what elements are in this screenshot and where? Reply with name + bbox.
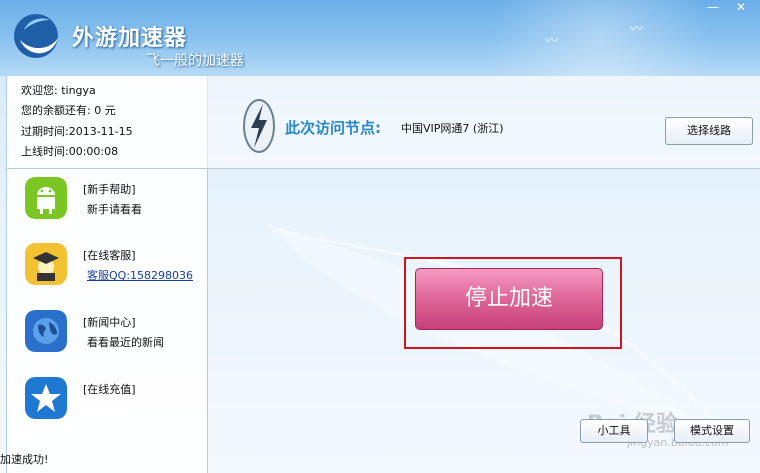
nav-item-help[interactable]: [新手帮助] 新手请看看 [7,173,207,233]
app-logo-icon [14,14,58,58]
right-panel: 此次访问节点: 中国VIP网通7 (浙江) 选择线路 停止加速 Bai 经验 j… [207,76,760,473]
app-window: 外游加速器 飞一般的加速器 〰 〰 — ✕ 欢迎您: tingya 您的余额还有… [0,0,760,473]
stop-acceleration-button[interactable]: 停止加速 [415,268,603,330]
star-icon [25,377,67,419]
status-text: 加速成功! [0,453,49,466]
app-title: 外游加速器 [72,26,188,51]
tool-button[interactable]: 小工具 [580,419,648,443]
nav-title: [新手帮助] [83,183,136,196]
select-route-button[interactable]: 选择线路 [665,117,753,145]
nav-title: [新闻中心] [83,316,136,329]
balance-text: 您的余额还有: 0 元 [21,104,116,117]
title-bar[interactable]: 外游加速器 飞一般的加速器 〰 〰 — ✕ [0,0,760,76]
welcome-text: 欢迎您: tingya [21,84,96,97]
nav-item-service[interactable]: [在线客服] 客服QQ:158298036 [7,239,207,299]
bird-icon: 〰 [545,34,559,49]
node-bar: 此次访问节点: 中国VIP网通7 (浙江) 选择线路 [207,76,760,169]
nav-title: [在线充值] [83,383,136,396]
globe-icon [25,310,67,352]
mode-settings-button[interactable]: 模式设置 [674,419,750,443]
app-subtitle: 飞一般的加速器 [146,53,244,69]
qq-link[interactable]: 客服QQ:158298036 [87,267,193,283]
title-glow [460,0,740,76]
close-button[interactable]: ✕ [730,0,752,14]
node-label: 此次访问节点: [285,119,381,137]
nav-title: [在线客服] [83,249,136,262]
left-panel: 欢迎您: tingya 您的余额还有: 0 元 过期时间:2013-11-15 … [6,76,208,473]
user-info: 欢迎您: tingya 您的余额还有: 0 元 过期时间:2013-11-15 … [7,76,207,169]
nav-sub: 新手请看看 [87,203,142,216]
bird-icon: 〰 [630,22,644,37]
lightning-icon [243,99,275,153]
android-icon [25,177,67,219]
minimize-button[interactable]: — [702,0,724,14]
nav-item-recharge[interactable]: [在线充值] [7,373,207,433]
nav-sub: 看看最近的新闻 [87,336,164,349]
graduate-icon [25,243,67,285]
nav-item-news[interactable]: [新闻中心] 看看最近的新闻 [7,306,207,366]
online-time-text: 上线时间:00:00:08 [21,145,119,158]
stop-button-highlight: 停止加速 [404,257,622,349]
expire-text: 过期时间:2013-11-15 [21,125,133,138]
node-value: 中国VIP网通7 (浙江) [401,122,504,135]
